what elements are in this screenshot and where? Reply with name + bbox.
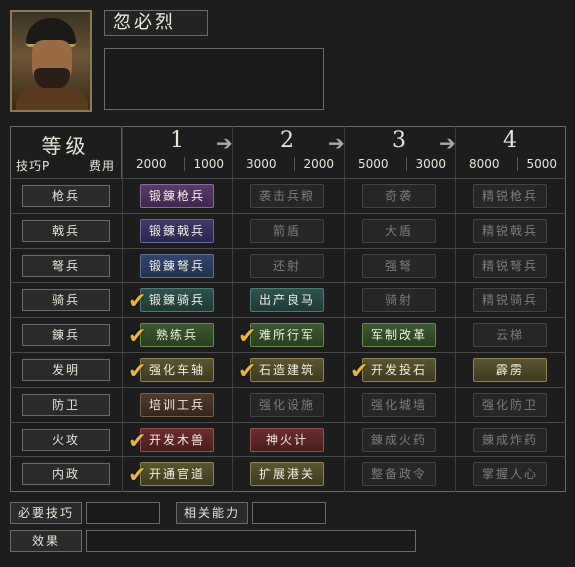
- level-cost-skill: 8000: [469, 157, 500, 171]
- skill-button[interactable]: 奇袭: [362, 184, 436, 208]
- level-column-3: 3 5000 3000: [344, 126, 454, 178]
- required-skill-label: 必要技巧: [10, 502, 82, 524]
- skill-button[interactable]: 锻錬弩兵: [140, 254, 214, 278]
- skill-category-label: 火攻: [22, 429, 110, 451]
- row-divider: [10, 213, 566, 214]
- grid-column-divider: [122, 126, 123, 492]
- level-title: 等级: [41, 134, 90, 158]
- level-cost-skill: 3000: [246, 157, 277, 171]
- skill-button[interactable]: 袭击兵粮: [250, 184, 324, 208]
- skill-button[interactable]: 骑射: [362, 288, 436, 312]
- grid-column-divider: [344, 126, 345, 492]
- related-ability-field: [252, 502, 326, 524]
- skill-button[interactable]: 锻錬枪兵: [140, 184, 214, 208]
- skill-category-label: 錬兵: [22, 324, 110, 346]
- checkmark-icon: ✔: [350, 359, 369, 384]
- skill-button[interactable]: 霹雳: [473, 358, 547, 382]
- checkmark-icon: ✔: [128, 359, 147, 384]
- level-number: 4: [503, 128, 517, 153]
- level-cost-gold: 3000: [406, 157, 446, 171]
- level-number: 2: [280, 128, 294, 153]
- skill-button[interactable]: 难所行军: [250, 323, 324, 347]
- arrow-right-icon: ➔: [216, 131, 233, 155]
- skill-button[interactable]: 出产良马: [250, 288, 324, 312]
- row-divider: [10, 248, 566, 249]
- grid-column-divider: [455, 126, 456, 492]
- portrait-beard: [34, 68, 70, 90]
- level-column-2: 2 3000 2000: [232, 126, 342, 178]
- level-column-4: 4 8000 5000: [455, 126, 565, 178]
- skill-button[interactable]: 精锐枪兵: [473, 184, 547, 208]
- arrow-right-icon: ➔: [328, 131, 345, 155]
- skill-button[interactable]: 精锐弩兵: [473, 254, 547, 278]
- skill-category-label: 防卫: [22, 394, 110, 416]
- row-divider: [10, 282, 566, 283]
- skill-button[interactable]: 熟练兵: [140, 323, 214, 347]
- skill-button[interactable]: 石造建筑: [250, 358, 324, 382]
- grid-column-divider: [232, 126, 233, 492]
- required-skill-field: [86, 502, 160, 524]
- skill-category-label: 戟兵: [22, 220, 110, 242]
- row-divider: [10, 317, 566, 318]
- skill-button[interactable]: 还射: [250, 254, 324, 278]
- skill-category-label: 枪兵: [22, 185, 110, 207]
- description-panel: [104, 48, 324, 110]
- skill-button[interactable]: 扩展港关: [250, 462, 324, 486]
- skill-button[interactable]: 锻錬戟兵: [140, 219, 214, 243]
- checkmark-icon: ✔: [238, 359, 257, 384]
- header-divider: [10, 178, 566, 179]
- skill-button[interactable]: 培训工兵: [140, 393, 214, 417]
- skill-category-label: 发明: [22, 359, 110, 381]
- portrait-robe: [16, 88, 88, 110]
- level-cost-gold: 2000: [294, 157, 334, 171]
- skill-button[interactable]: 整备政令: [362, 462, 436, 486]
- level-number: 3: [392, 128, 406, 153]
- arrow-right-icon: ➔: [439, 131, 456, 155]
- level-cost-skill: 5000: [358, 157, 389, 171]
- row-divider: [10, 456, 566, 457]
- effect-label: 效果: [10, 530, 82, 552]
- skill-button[interactable]: 云梯: [473, 323, 547, 347]
- skill-button[interactable]: 掌握人心: [473, 462, 547, 486]
- general-name: 忽必烈: [104, 10, 208, 36]
- skill-button[interactable]: 精锐骑兵: [473, 288, 547, 312]
- skill-button[interactable]: 开发木兽: [140, 428, 214, 452]
- skill-button[interactable]: 强化城墙: [362, 393, 436, 417]
- checkmark-icon: ✔: [128, 429, 147, 454]
- skill-button[interactable]: 锻錬骑兵: [140, 288, 214, 312]
- row-divider: [10, 422, 566, 423]
- skill-button[interactable]: 錬成火药: [362, 428, 436, 452]
- level-header: 等级 技巧P 费用: [10, 126, 122, 178]
- skill-button[interactable]: 强弩: [362, 254, 436, 278]
- skill-category-label: 弩兵: [22, 255, 110, 277]
- level-cost-gold: 5000: [517, 157, 557, 171]
- skill-button[interactable]: 开通官道: [140, 462, 214, 486]
- level-cost-gold: 1000: [184, 157, 224, 171]
- checkmark-icon: ✔: [128, 463, 147, 488]
- effect-field: [86, 530, 416, 552]
- skill-button[interactable]: 大盾: [362, 219, 436, 243]
- skill-category-label: 内政: [22, 463, 110, 485]
- skill-p-label: 技巧P: [16, 159, 51, 173]
- skill-button[interactable]: 神火计: [250, 428, 324, 452]
- skill-button[interactable]: 錬成炸药: [473, 428, 547, 452]
- skill-button[interactable]: 强化防卫: [473, 393, 547, 417]
- skill-button[interactable]: 强化设施: [250, 393, 324, 417]
- checkmark-icon: ✔: [238, 324, 257, 349]
- level-cost-skill: 2000: [136, 157, 167, 171]
- skill-button[interactable]: 军制改革: [362, 323, 436, 347]
- general-portrait: [10, 10, 92, 112]
- checkmark-icon: ✔: [128, 324, 147, 349]
- skill-button[interactable]: 开发投石: [362, 358, 436, 382]
- skill-button[interactable]: 强化车轴: [140, 358, 214, 382]
- skill-button[interactable]: 精锐戟兵: [473, 219, 547, 243]
- row-divider: [10, 352, 566, 353]
- row-divider: [10, 387, 566, 388]
- skill-category-label: 骑兵: [22, 289, 110, 311]
- related-ability-label: 相关能力: [176, 502, 248, 524]
- checkmark-icon: ✔: [128, 289, 147, 314]
- cost-label: 费用: [88, 159, 115, 173]
- skill-button[interactable]: 箭盾: [250, 219, 324, 243]
